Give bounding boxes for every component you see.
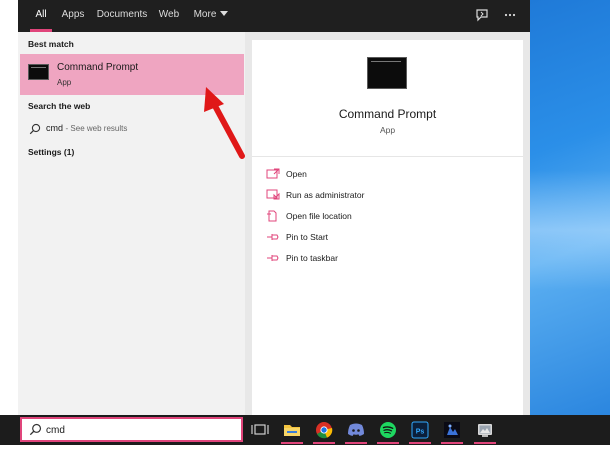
tab-more-label: More bbox=[193, 9, 217, 20]
web-result-suffix: - See web results bbox=[65, 124, 128, 133]
action-open[interactable]: Open bbox=[266, 167, 506, 183]
file-explorer-active-indicator bbox=[281, 442, 303, 444]
desktop-background bbox=[530, 0, 610, 415]
command-prompt-icon bbox=[367, 57, 407, 89]
discord-active-indicator bbox=[345, 442, 367, 444]
file-explorer-icon[interactable] bbox=[281, 419, 303, 441]
action-run-as-admin[interactable]: Run as administrator bbox=[266, 188, 506, 204]
search-menu: All Apps Documents Web More Best match C… bbox=[18, 0, 530, 415]
detail-panel: Command Prompt App Open Run as administr… bbox=[252, 40, 523, 415]
chevron-down-icon bbox=[220, 11, 229, 16]
action-run-as-admin-label: Run as administrator bbox=[286, 190, 365, 200]
discord-icon[interactable] bbox=[345, 419, 367, 441]
settings-results-heading[interactable]: Settings (1) bbox=[28, 147, 74, 157]
gray-app-active-indicator bbox=[474, 442, 496, 444]
search-filter-bar: All Apps Documents Web More bbox=[18, 0, 530, 32]
page-bottom-margin bbox=[0, 445, 610, 460]
task-view-icon[interactable] bbox=[249, 419, 271, 441]
action-pin-to-start[interactable]: Pin to Start bbox=[266, 230, 506, 246]
chrome-icon[interactable] bbox=[313, 419, 335, 441]
best-match-subtitle: App bbox=[57, 78, 72, 87]
search-web-heading: Search the web bbox=[28, 101, 91, 111]
search-icon bbox=[29, 423, 42, 436]
detail-title: Command Prompt bbox=[338, 107, 437, 121]
detail-subtitle: App bbox=[379, 125, 396, 135]
spotify-active-indicator bbox=[377, 442, 399, 444]
search-input[interactable] bbox=[46, 422, 226, 438]
tab-more[interactable]: More bbox=[191, 0, 231, 32]
svg-text:Ps: Ps bbox=[416, 429, 425, 436]
action-pin-to-start-label: Pin to Start bbox=[286, 232, 329, 242]
more-options-icon[interactable] bbox=[502, 8, 518, 24]
action-pin-to-taskbar[interactable]: Pin to taskbar bbox=[266, 251, 506, 267]
open-icon bbox=[266, 168, 280, 179]
run-as-admin-icon bbox=[266, 189, 280, 200]
tab-apps[interactable]: Apps bbox=[59, 0, 87, 32]
gray-app-icon[interactable] bbox=[474, 419, 496, 441]
tab-all[interactable]: All bbox=[30, 0, 52, 32]
pin-icon bbox=[267, 234, 279, 240]
tab-documents[interactable]: Documents bbox=[96, 0, 148, 32]
best-match-title: Command Prompt bbox=[57, 62, 139, 73]
detail-divider bbox=[252, 156, 523, 157]
file-location-icon bbox=[267, 210, 277, 222]
web-result-query: cmd bbox=[46, 123, 64, 133]
best-match-heading: Best match bbox=[28, 39, 74, 49]
annotation-arrow-icon bbox=[204, 87, 245, 159]
feedback-icon[interactable] bbox=[474, 8, 490, 24]
dark-blue-app-active-indicator bbox=[441, 442, 463, 444]
chrome-active-indicator bbox=[313, 442, 335, 444]
tab-web[interactable]: Web bbox=[157, 0, 181, 32]
dark-blue-app-icon[interactable] bbox=[441, 419, 463, 441]
command-prompt-icon bbox=[28, 64, 49, 80]
photoshop-icon[interactable]: Ps bbox=[409, 419, 431, 441]
action-open-file-location[interactable]: Open file location bbox=[266, 209, 506, 225]
action-pin-to-taskbar-label: Pin to taskbar bbox=[286, 253, 338, 263]
action-open-file-location-label: Open file location bbox=[286, 211, 352, 221]
pin-icon bbox=[267, 255, 279, 261]
web-result-text: cmd - See web results bbox=[46, 123, 127, 133]
taskbar-search-box[interactable] bbox=[20, 417, 243, 442]
action-open-label: Open bbox=[286, 169, 307, 179]
photoshop-active-indicator bbox=[409, 442, 431, 444]
desktop-light-glow bbox=[530, 170, 610, 290]
search-icon bbox=[29, 123, 41, 135]
spotify-icon[interactable] bbox=[377, 419, 399, 441]
